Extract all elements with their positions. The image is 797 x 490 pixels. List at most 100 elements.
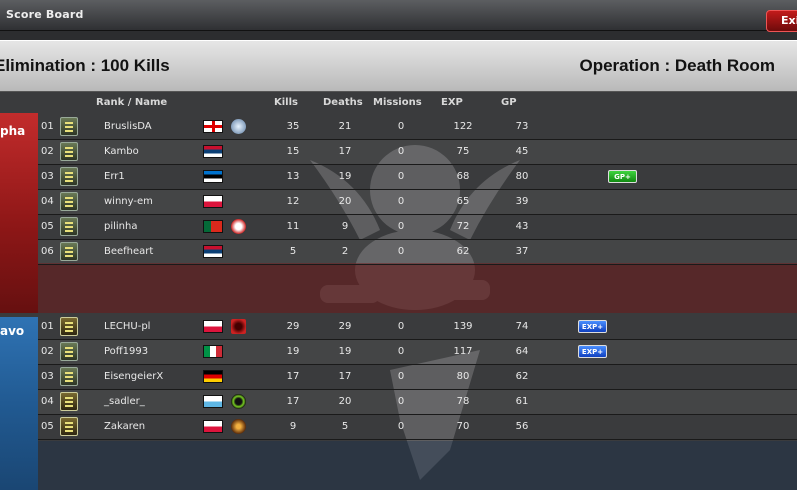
wolf-clan-icon bbox=[231, 119, 246, 134]
stat-deaths: 5 bbox=[341, 421, 349, 432]
rank-insignia-icon bbox=[60, 242, 78, 261]
exp-bonus-badge: EXP+ bbox=[578, 320, 607, 333]
player-name[interactable]: Zakaren bbox=[104, 421, 145, 432]
player-position: 05 bbox=[41, 221, 54, 232]
player-name[interactable]: Err1 bbox=[104, 171, 125, 182]
stat-deaths: 17 bbox=[338, 146, 352, 157]
player-row[interactable]: 02 Poff1993 19 19 0 117 64 EXP+ bbox=[38, 340, 797, 365]
player-row[interactable]: 04 winny-em 12 20 0 65 39 bbox=[38, 190, 797, 215]
rank-insignia-icon bbox=[60, 367, 78, 386]
player-position: 04 bbox=[41, 196, 54, 207]
column-header-kills: Kills bbox=[274, 97, 298, 108]
rank-insignia-icon bbox=[60, 317, 78, 336]
column-header-rank-name: Rank / Name bbox=[96, 97, 168, 108]
player-row[interactable]: 04 _sadler_ 17 20 0 78 61 bbox=[38, 390, 797, 415]
stat-missions: 0 bbox=[397, 121, 405, 132]
serbia-flag-icon bbox=[203, 145, 223, 158]
italy-flag-icon bbox=[203, 345, 223, 358]
stat-deaths: 19 bbox=[338, 346, 352, 357]
player-position: 03 bbox=[41, 371, 54, 382]
stat-kills: 12 bbox=[286, 196, 300, 207]
stat-gp: 45 bbox=[515, 146, 529, 157]
player-position: 06 bbox=[41, 246, 54, 257]
column-header-gp: GP bbox=[501, 97, 517, 108]
stat-missions: 0 bbox=[397, 146, 405, 157]
rank-insignia-icon bbox=[60, 117, 78, 136]
red-bird-clan-icon bbox=[231, 319, 246, 334]
stat-kills: 5 bbox=[289, 246, 297, 257]
rank-insignia-icon bbox=[60, 192, 78, 211]
poland-flag-icon bbox=[203, 420, 223, 433]
rank-insignia-icon bbox=[60, 167, 78, 186]
stat-exp: 117 bbox=[453, 346, 473, 357]
player-name[interactable]: _sadler_ bbox=[104, 396, 145, 407]
player-row[interactable]: 05 Zakaren 9 5 0 70 56 bbox=[38, 415, 797, 440]
player-name[interactable]: Beefheart bbox=[104, 246, 153, 257]
san-marino-flag-icon bbox=[203, 395, 223, 408]
rank-insignia-icon bbox=[60, 417, 78, 436]
team-alpha-side bbox=[0, 113, 38, 313]
stat-exp: 70 bbox=[456, 421, 470, 432]
gp-bonus-badge: GP+ bbox=[608, 170, 637, 183]
column-header-deaths: Deaths bbox=[323, 97, 363, 108]
player-name[interactable]: pilinha bbox=[104, 221, 138, 232]
stat-exp: 72 bbox=[456, 221, 470, 232]
player-row[interactable]: 03 EisengeierX 17 17 0 80 62 bbox=[38, 365, 797, 390]
stat-kills: 9 bbox=[289, 421, 297, 432]
serbia-flag-icon bbox=[203, 245, 223, 258]
player-name[interactable]: LECHU-pl bbox=[104, 321, 150, 332]
player-name[interactable]: Poff1993 bbox=[104, 346, 148, 357]
player-name[interactable]: winny-em bbox=[104, 196, 153, 207]
stat-exp: 78 bbox=[456, 396, 470, 407]
player-name[interactable]: Kambo bbox=[104, 146, 139, 157]
stat-missions: 0 bbox=[397, 421, 405, 432]
germany-flag-icon bbox=[203, 370, 223, 383]
player-position: 01 bbox=[41, 121, 54, 132]
game-mode-label: Elimination : 100 Kills bbox=[0, 56, 170, 75]
player-name[interactable]: EisengeierX bbox=[104, 371, 163, 382]
stat-deaths: 2 bbox=[341, 246, 349, 257]
stat-kills: 11 bbox=[286, 221, 300, 232]
column-header-exp: EXP bbox=[441, 97, 463, 108]
estonia-flag-icon bbox=[203, 170, 223, 183]
player-row[interactable]: 06 Beefheart 5 2 0 62 37 bbox=[38, 240, 797, 265]
exit-button[interactable]: Exi bbox=[766, 10, 797, 32]
stat-gp: 62 bbox=[515, 371, 529, 382]
stat-gp: 43 bbox=[515, 221, 529, 232]
player-row[interactable]: 03 Err1 13 19 0 68 80 GP+ bbox=[38, 165, 797, 190]
player-row[interactable]: 01 BruslisDA 35 21 0 122 73 bbox=[38, 115, 797, 140]
player-row[interactable]: 02 Kambo 15 17 0 75 45 bbox=[38, 140, 797, 165]
stat-missions: 0 bbox=[397, 246, 405, 257]
team-alpha-label: pha bbox=[0, 124, 26, 138]
stat-missions: 0 bbox=[397, 371, 405, 382]
player-position: 02 bbox=[41, 346, 54, 357]
stat-missions: 0 bbox=[397, 396, 405, 407]
player-position: 02 bbox=[41, 146, 54, 157]
stat-kills: 35 bbox=[286, 121, 300, 132]
window-title: Score Board bbox=[6, 8, 84, 21]
stat-kills: 15 bbox=[286, 146, 300, 157]
title-bar bbox=[0, 0, 797, 31]
stat-kills: 13 bbox=[286, 171, 300, 182]
stat-exp: 65 bbox=[456, 196, 470, 207]
column-header-missions: Missions bbox=[373, 97, 422, 108]
stat-deaths: 21 bbox=[338, 121, 352, 132]
player-row[interactable]: 01 LECHU-pl 29 29 0 139 74 EXP+ bbox=[38, 315, 797, 340]
stat-deaths: 20 bbox=[338, 396, 352, 407]
player-position: 04 bbox=[41, 396, 54, 407]
stat-gp: 56 bbox=[515, 421, 529, 432]
operation-label: Operation : Death Room bbox=[579, 56, 775, 75]
green-target-clan-icon bbox=[231, 394, 246, 409]
player-row[interactable]: 05 pilinha 11 9 0 72 43 bbox=[38, 215, 797, 240]
team-bravo-label: avo bbox=[0, 324, 25, 338]
team-alpha-empty-area bbox=[38, 263, 797, 313]
brown-emblem-clan-icon bbox=[231, 419, 246, 434]
stat-gp: 64 bbox=[515, 346, 529, 357]
player-position: 05 bbox=[41, 421, 54, 432]
stat-gp: 73 bbox=[515, 121, 529, 132]
stat-kills: 19 bbox=[286, 346, 300, 357]
stat-exp: 122 bbox=[453, 121, 473, 132]
stat-deaths: 9 bbox=[341, 221, 349, 232]
player-name[interactable]: BruslisDA bbox=[104, 121, 152, 132]
stat-gp: 39 bbox=[515, 196, 529, 207]
